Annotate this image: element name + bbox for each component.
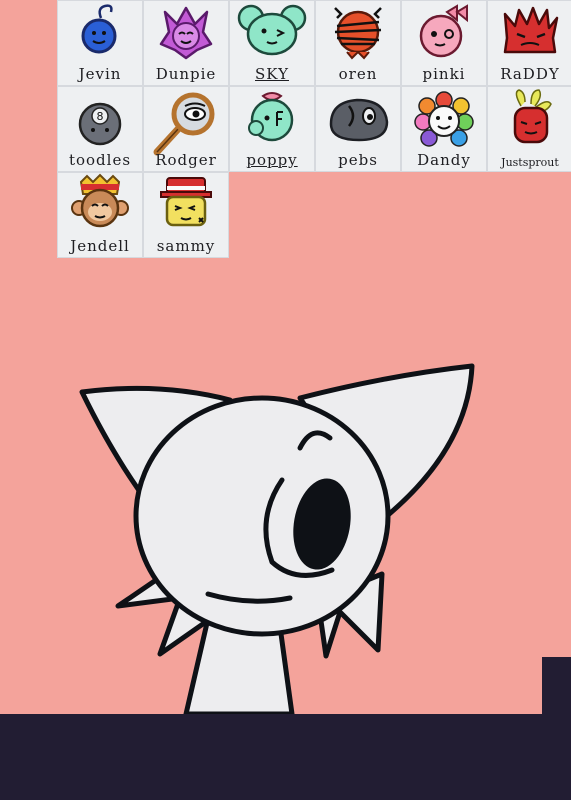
floor-ground [0,714,571,800]
corner-wall-block [542,657,571,717]
white-one-eyed-cat-character-icon[interactable] [0,0,571,800]
